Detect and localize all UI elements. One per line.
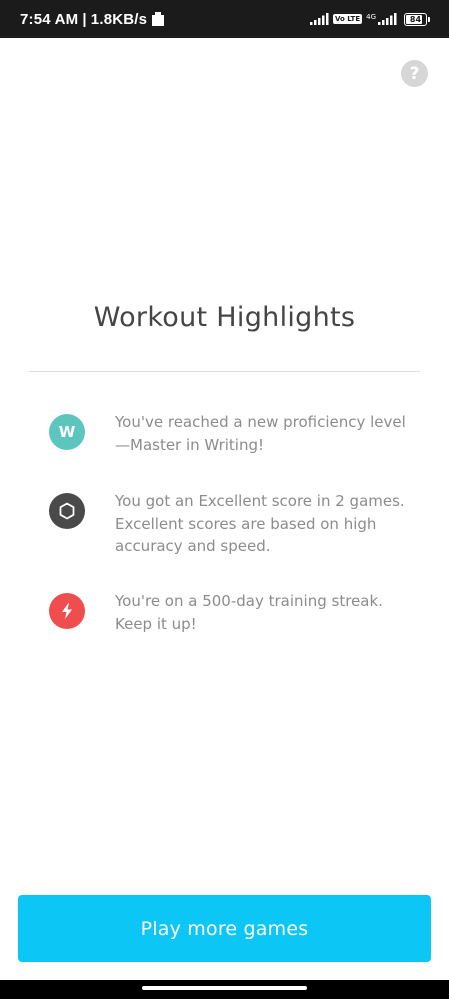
status-left: 7:54 AM | 1.8KB/s bbox=[20, 0, 165, 38]
network-type: 4G bbox=[366, 13, 376, 21]
home-indicator[interactable] bbox=[142, 986, 307, 990]
notification-icon bbox=[152, 12, 165, 26]
writing-level-icon: W bbox=[49, 414, 85, 450]
status-data-rate: 1.8KB/s bbox=[90, 10, 148, 28]
page-title: Workout Highlights bbox=[93, 302, 356, 333]
highlight-item-proficiency: W You've reached a new proficiency level… bbox=[49, 413, 419, 456]
play-more-games-button[interactable]: Play more games bbox=[18, 895, 431, 962]
title-divider bbox=[29, 371, 420, 372]
battery-level: 84 bbox=[409, 14, 422, 24]
lightning-streak-icon bbox=[49, 593, 85, 629]
help-icon: ? bbox=[409, 63, 420, 84]
hexagon-score-icon bbox=[49, 493, 85, 529]
highlight-item-streak: You're on a 500-day training streak. Kee… bbox=[49, 592, 419, 635]
signal-icon bbox=[309, 13, 329, 25]
battery-icon: 84 bbox=[404, 12, 430, 26]
status-bar: 7:54 AM | 1.8KB/s Vo LTE 4G 84 bbox=[0, 0, 449, 38]
status-time: 7:54 AM bbox=[20, 10, 79, 28]
highlight-text: You've reached a new proficiency level —… bbox=[115, 413, 406, 454]
lightning-icon bbox=[62, 603, 72, 619]
help-button[interactable]: ? bbox=[401, 60, 428, 87]
status-right: Vo LTE 4G 84 bbox=[309, 0, 430, 38]
battery-tip bbox=[428, 16, 430, 22]
badge-letter: W bbox=[58, 423, 76, 441]
volte-icon: Vo LTE bbox=[332, 14, 363, 24]
play-more-games-label: Play more games bbox=[140, 917, 309, 940]
navigation-bar bbox=[0, 980, 449, 999]
hexagon-icon bbox=[59, 502, 75, 520]
highlight-text: You're on a 500-day training streak. Kee… bbox=[115, 592, 383, 633]
highlight-text: You got an Excellent score in 2 games. E… bbox=[115, 492, 405, 555]
status-separator: | bbox=[82, 10, 87, 28]
highlight-item-excellent-score: You got an Excellent score in 2 games. E… bbox=[49, 492, 419, 558]
signal-4g-icon bbox=[378, 13, 397, 25]
